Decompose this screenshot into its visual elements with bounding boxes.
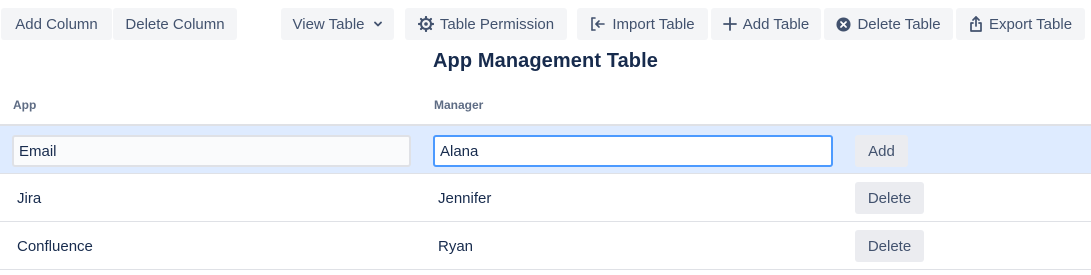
app-cell: Jira bbox=[17, 190, 42, 207]
manager-cell: Ryan bbox=[438, 238, 474, 255]
delete-column-label: Delete Column bbox=[125, 15, 225, 33]
table-title: App Management Table bbox=[433, 50, 658, 72]
delete-table-label: Delete Table bbox=[857, 15, 941, 33]
chevron-down-icon bbox=[373, 19, 383, 29]
plus-icon bbox=[722, 17, 737, 31]
export-table-label: Export Table bbox=[988, 15, 1073, 33]
table-permission-button[interactable]: Table Permission bbox=[405, 8, 567, 40]
add-table-label: Add Table bbox=[742, 15, 810, 33]
gear-icon bbox=[417, 16, 434, 32]
add-table-button[interactable]: Add Table bbox=[711, 8, 821, 40]
delete-column-button[interactable]: Delete Column bbox=[113, 8, 237, 40]
import-table-label: Import Table bbox=[612, 15, 695, 33]
share-export-icon bbox=[969, 16, 983, 32]
table-permission-label: Table Permission bbox=[439, 15, 555, 33]
app-cell: Confluence bbox=[17, 238, 93, 255]
close-circle-icon bbox=[836, 16, 851, 32]
app-input[interactable] bbox=[12, 135, 411, 167]
view-table-dropdown[interactable]: View Table bbox=[281, 8, 394, 40]
delete-row-button[interactable]: Delete bbox=[855, 182, 924, 214]
add-column-label: Add Column bbox=[15, 15, 98, 33]
table-row: Jira Jennifer Delete bbox=[0, 174, 1091, 222]
column-header-app[interactable]: App bbox=[13, 98, 36, 112]
add-column-button[interactable]: Add Column bbox=[1, 8, 112, 40]
table-header: App Manager bbox=[0, 88, 1091, 126]
delete-table-button[interactable]: Delete Table bbox=[824, 8, 953, 40]
delete-row-button[interactable]: Delete bbox=[855, 230, 924, 262]
table-toolbar: Add Column Delete Column View Table Tabl… bbox=[0, 8, 1091, 40]
column-header-manager[interactable]: Manager bbox=[434, 98, 483, 112]
import-table-button[interactable]: Import Table bbox=[577, 8, 708, 40]
add-row-button[interactable]: Add bbox=[855, 135, 908, 167]
table-row: Confluence Ryan Delete bbox=[0, 222, 1091, 270]
new-row: Add bbox=[0, 126, 1091, 174]
manager-cell: Jennifer bbox=[438, 190, 492, 207]
export-table-button[interactable]: Export Table bbox=[956, 8, 1085, 40]
manager-input[interactable] bbox=[433, 135, 833, 167]
import-icon bbox=[590, 16, 606, 32]
view-table-label: View Table bbox=[292, 15, 365, 33]
